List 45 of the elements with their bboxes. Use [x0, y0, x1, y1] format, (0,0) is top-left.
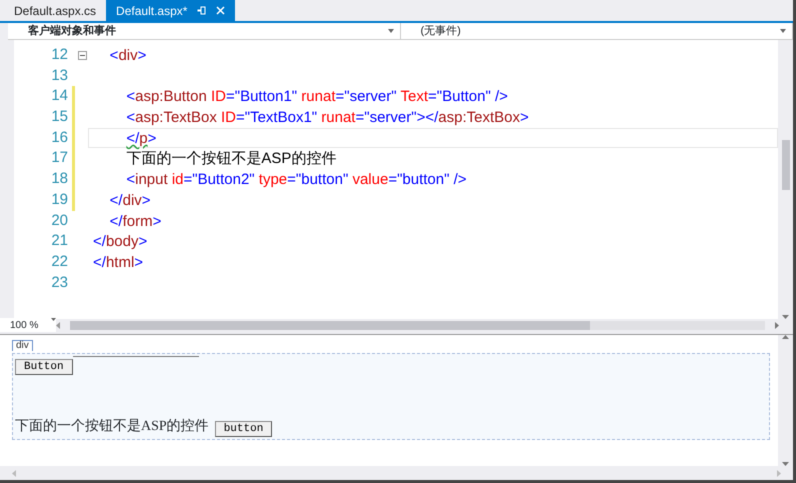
code-line: </body>	[92, 232, 148, 252]
left-arrow-icon[interactable]	[56, 322, 60, 329]
body-text: 下面的一个按钮不是ASP的控件	[15, 418, 209, 436]
down-arrow-icon[interactable]	[782, 315, 789, 319]
code-line: <asp:Button ID="Button1" runat="server" Text="Button" />	[125, 87, 509, 108]
event-dropdown[interactable]: (无事件)	[400, 23, 793, 39]
code-line: <div>	[108, 46, 148, 66]
document-tab[interactable]: Default.aspx*	[106, 0, 236, 21]
scrollbar-thumb[interactable]	[70, 321, 590, 330]
line-number: 16	[50, 128, 69, 148]
line-number: 17	[50, 148, 69, 168]
code-line: </form>	[108, 212, 162, 232]
line-number: 18	[50, 169, 69, 190]
caret-icon[interactable]	[780, 29, 786, 33]
line-number: 23	[50, 272, 69, 293]
code-line: <asp:TextBox ID="TextBox1" runat="server"></asp:TextBox>	[125, 108, 530, 128]
scrollbar-thumb[interactable]	[782, 140, 790, 190]
line-number: 12	[50, 45, 69, 65]
close-icon[interactable]	[216, 6, 226, 15]
line-number: 20	[50, 210, 69, 230]
html-button[interactable]: button	[214, 421, 272, 437]
line-number: 21	[50, 231, 69, 252]
document-tab[interactable]: Default.aspx.cs	[4, 0, 106, 21]
down-arrow-icon[interactable]	[782, 462, 789, 466]
zoom-dropdown[interactable]: 100 %	[0, 318, 56, 333]
line-number: 14	[50, 86, 69, 106]
element-tag-label: div	[12, 340, 33, 351]
right-arrow-icon[interactable]	[775, 322, 779, 329]
code-line: </div>	[108, 190, 152, 210]
code-line: <input id="Button2" type="button" value="button" />	[125, 170, 468, 190]
line-number: 22	[50, 252, 69, 272]
caret-icon[interactable]	[388, 29, 394, 33]
vertical-scrollbar[interactable]	[778, 335, 793, 466]
collapse-icon[interactable]	[78, 51, 87, 60]
vertical-scrollbar[interactable]	[778, 40, 793, 319]
object-dropdown[interactable]: 客户端对象和事件	[8, 23, 400, 39]
line-number: 19	[50, 190, 69, 210]
web-button[interactable]: Button	[15, 359, 73, 375]
pin-icon[interactable]	[197, 6, 206, 15]
code-line: </html>	[92, 252, 144, 273]
up-arrow-icon[interactable]	[782, 335, 789, 339]
horizontal-scrollbar[interactable]	[70, 321, 765, 330]
line-number: 13	[50, 66, 69, 86]
line-number: 15	[50, 107, 69, 128]
code-line: 下面的一个按钮不是ASP的控件	[125, 149, 338, 170]
